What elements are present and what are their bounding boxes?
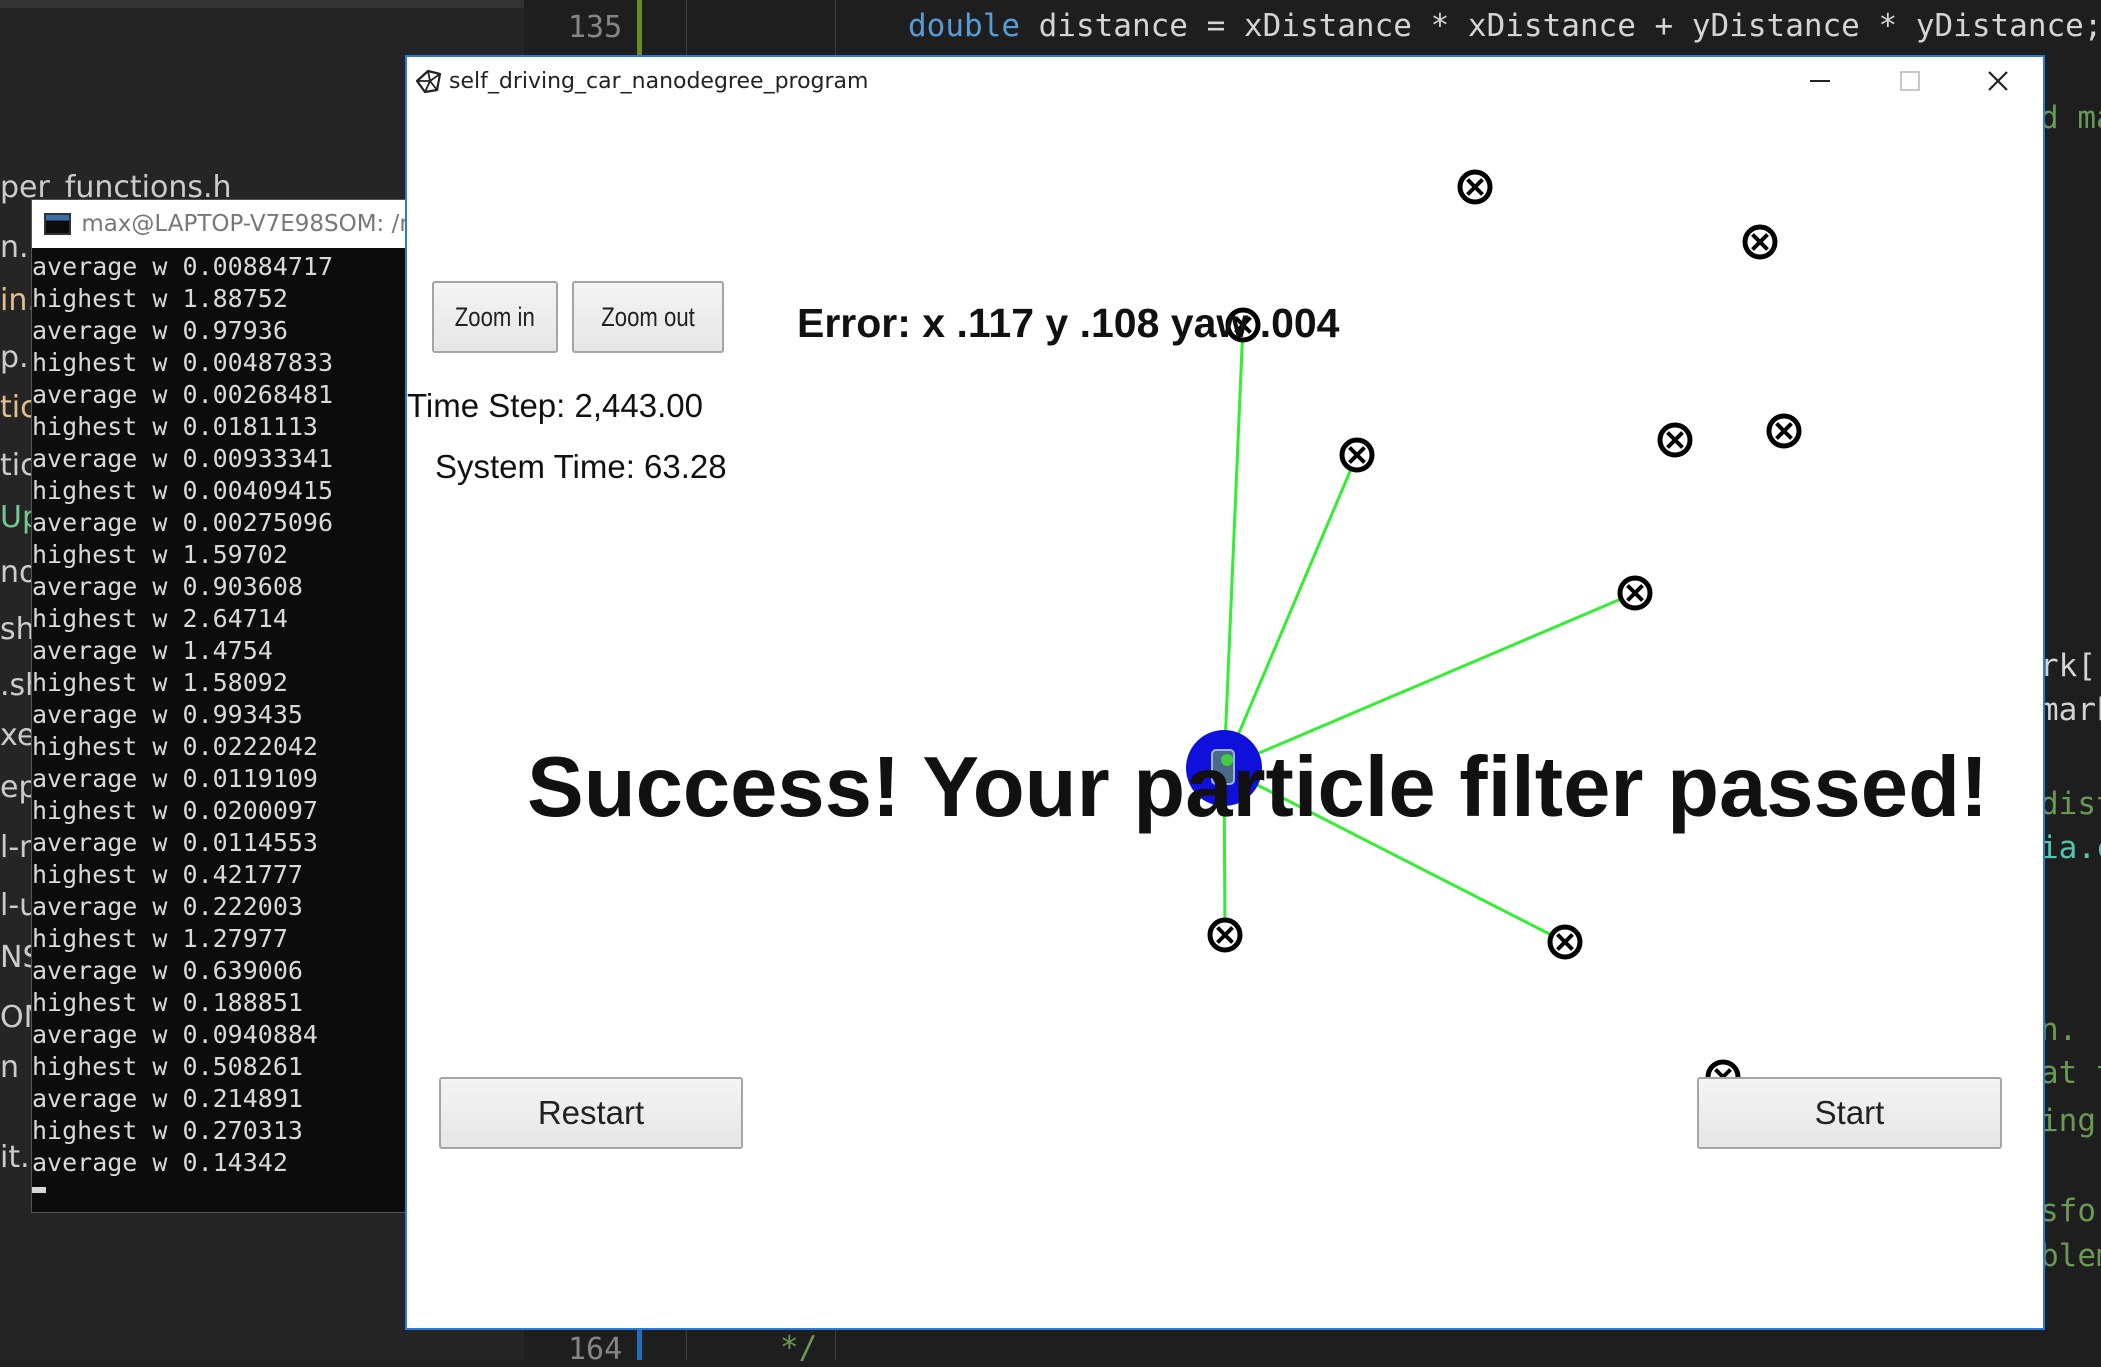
close-button[interactable] xyxy=(1953,57,2043,105)
zoom-out-button[interactable]: Zoom out xyxy=(572,281,724,353)
system-time-readout: System Time: 63.28 xyxy=(435,448,727,485)
terminal-line: average w 0.903608 xyxy=(32,572,303,601)
terminal-line: highest w 1.59702 xyxy=(32,540,288,569)
terminal-line: average w 0.00268481 xyxy=(32,380,334,409)
editor-explorer-topbar xyxy=(0,0,524,8)
terminal-line: highest w 0.00487833 xyxy=(32,348,334,377)
maximize-icon xyxy=(1900,71,1920,91)
landmark-icon xyxy=(1457,169,1493,205)
terminal-line: average w 0.222003 xyxy=(32,892,303,921)
code-fragment: d ma xyxy=(2040,100,2101,136)
terminal-line: highest w 0.0181113 xyxy=(32,412,318,441)
landmark-icon xyxy=(1547,924,1583,960)
code-fragment: ing) xyxy=(2040,1103,2101,1139)
code-fragment: rk[] xyxy=(2040,648,2101,684)
terminal-line: highest w 0.421777 xyxy=(32,860,303,889)
code-fragment: at t xyxy=(2040,1055,2101,1091)
terminal-line: average w 0.00275096 xyxy=(32,508,334,537)
terminal-title: max@LAPTOP-V7E98SOM: /m xyxy=(81,211,412,237)
terminal-line: highest w 0.0200097 xyxy=(32,796,318,825)
terminal-line: highest w 0.188851 xyxy=(32,988,303,1017)
minimize-icon xyxy=(1810,80,1830,82)
code-comment: */ xyxy=(780,1330,818,1366)
start-button[interactable]: Start xyxy=(1697,1077,2002,1149)
terminal-line: average w 0.00884717 xyxy=(32,252,334,281)
simulator-titlebar[interactable]: self_driving_car_nanodegree_program xyxy=(407,57,2043,105)
error-readout: Error: x .117 y .108 yaw .004 xyxy=(797,300,1340,346)
code-fragment: ia.c xyxy=(2040,830,2101,866)
editor-gutter-marker xyxy=(637,1325,642,1360)
landmark-icon xyxy=(1617,575,1653,611)
time-step-readout: Time Step: 2,443.00 xyxy=(407,387,703,424)
zoom-in-button[interactable]: Zoom in xyxy=(432,281,558,353)
terminal-line: highest w 0.0222042 xyxy=(32,732,318,761)
terminal-line: average w 0.639006 xyxy=(32,956,303,985)
terminal-line: average w 0.0119109 xyxy=(32,764,318,793)
terminal-line: highest w 1.27977 xyxy=(32,924,288,953)
terminal-line: average w 0.0940884 xyxy=(32,1020,318,1049)
terminal-line: highest w 0.508261 xyxy=(32,1052,303,1081)
terminal-line: average w 0.14342 xyxy=(32,1148,288,1177)
terminal-line: average w 0.993435 xyxy=(32,700,303,729)
terminal-line: average w 0.214891 xyxy=(32,1084,303,1113)
code-fragment: blem xyxy=(2040,1238,2101,1274)
terminal-titlebar[interactable]: max@LAPTOP-V7E98SOM: /m xyxy=(32,200,412,248)
maximize-button[interactable] xyxy=(1865,57,1955,105)
terminal-line: average w 0.97936 xyxy=(32,316,288,345)
unity-icon xyxy=(415,69,442,94)
terminal-output: average w 0.00884717 highest w 1.88752 ave… xyxy=(32,248,412,1193)
terminal-line: highest w 1.88752 xyxy=(32,284,288,313)
code-line: double distance = xDistance * xDistance … xyxy=(908,8,2101,44)
terminal-line: highest w 0.00409415 xyxy=(32,476,334,505)
code-fragment: mark xyxy=(2040,692,2101,728)
zoom-in-label: Zoom in xyxy=(454,301,535,332)
landmark-icon xyxy=(1207,917,1243,953)
landmark-icon xyxy=(1339,437,1375,473)
observation-line xyxy=(1222,324,1245,769)
landmark-icon xyxy=(1742,224,1778,260)
terminal-line: average w 1.4754 xyxy=(32,636,273,665)
code-expression: distance = xDistance * xDistance + yDist… xyxy=(1019,8,2101,44)
zoom-out-label: Zoom out xyxy=(601,301,695,332)
restart-button[interactable]: Restart xyxy=(439,1077,743,1149)
terminal-line: highest w 0.270313 xyxy=(32,1116,303,1145)
terminal-line: highest w 2.64714 xyxy=(32,604,288,633)
code-fragment: sfor xyxy=(2040,1193,2101,1229)
code-line-number: 135 xyxy=(568,10,623,45)
landmark-icon xyxy=(1657,422,1693,458)
terminal-cursor xyxy=(32,1187,46,1193)
terminal-line: highest w 1.58092 xyxy=(32,668,288,697)
code-keyword: double xyxy=(908,8,1020,44)
terminal-window[interactable]: max@LAPTOP-V7E98SOM: /m average w 0.0088… xyxy=(32,200,412,1212)
landmark-icon xyxy=(1766,413,1802,449)
terminal-icon xyxy=(44,213,72,235)
simulator-title: self_driving_car_nanodegree_program xyxy=(449,68,869,94)
minimize-button[interactable] xyxy=(1775,57,1865,105)
terminal-line: average w 0.00933341 xyxy=(32,444,334,473)
success-message: Success! Your particle filter passed! xyxy=(527,740,1989,835)
simulator-window[interactable]: self_driving_car_nanodegree_program Zoom… xyxy=(405,55,2045,1330)
close-icon xyxy=(1988,71,2008,91)
code-fragment: n. xyxy=(2040,1012,2078,1048)
observation-lines xyxy=(1222,324,1636,944)
terminal-line: average w 0.0114553 xyxy=(32,828,318,857)
code-fragment: dist xyxy=(2040,786,2101,822)
code-line-number: 164 xyxy=(568,1332,623,1367)
